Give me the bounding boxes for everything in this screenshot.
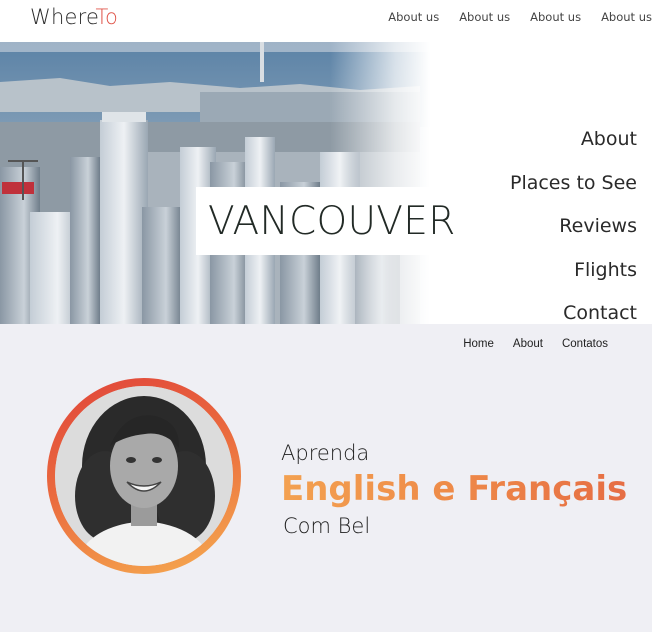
tagline-com-bel: Com Bel bbox=[283, 514, 371, 538]
language-school-section: Home About Contatos Aprenda English e Fr… bbox=[0, 324, 652, 632]
top-nav-link[interactable]: About us bbox=[459, 10, 510, 24]
menu-item-about[interactable]: About bbox=[510, 128, 637, 172]
menu-item-flights[interactable]: Flights bbox=[510, 259, 637, 303]
menu-item-contact[interactable]: Contact bbox=[510, 302, 637, 324]
top-header: WhereTo About us About us About us About… bbox=[0, 0, 652, 42]
woman-portrait-image bbox=[55, 386, 233, 566]
hero-side-menu: About Places to See Reviews Flights Cont… bbox=[510, 128, 637, 324]
top-nav: About us About us About us About us bbox=[388, 10, 652, 24]
tagline-aprenda: Aprenda bbox=[281, 441, 370, 465]
nav-link-home[interactable]: Home bbox=[463, 338, 494, 350]
logo-text-to: To bbox=[95, 5, 119, 29]
city-title-box: VANCOUVER bbox=[196, 187, 470, 255]
menu-item-places-to-see[interactable]: Places to See bbox=[510, 172, 637, 216]
city-title: VANCOUVER bbox=[208, 199, 456, 244]
top-nav-link[interactable]: About us bbox=[601, 10, 652, 24]
top-nav-link[interactable]: About us bbox=[530, 10, 581, 24]
portrait-ring bbox=[47, 378, 241, 574]
nav-link-about[interactable]: About bbox=[513, 338, 543, 350]
top-nav-link[interactable]: About us bbox=[388, 10, 439, 24]
tagline-languages: English e Français bbox=[281, 469, 628, 509]
logo-text-where: Where bbox=[30, 5, 96, 29]
teacher-portrait bbox=[55, 386, 233, 566]
section-nav: Home About Contatos bbox=[463, 338, 608, 350]
site-logo[interactable]: WhereTo bbox=[30, 5, 118, 29]
hero-banner: VANCOUVER About Places to See Reviews Fl… bbox=[0, 42, 652, 324]
nav-link-contatos[interactable]: Contatos bbox=[562, 338, 608, 350]
menu-item-reviews[interactable]: Reviews bbox=[510, 215, 637, 259]
